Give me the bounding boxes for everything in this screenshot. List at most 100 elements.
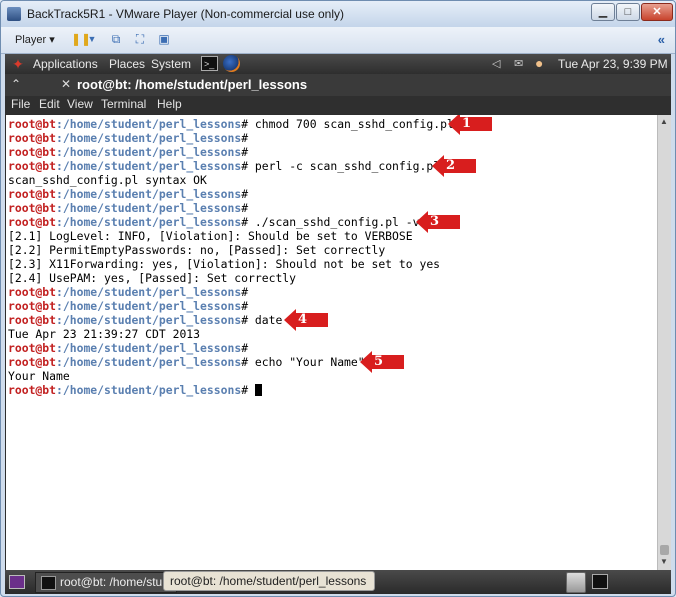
show-desktop-icon[interactable] bbox=[9, 575, 25, 589]
prompt-suffix: # bbox=[241, 299, 255, 313]
pause-dropdown-icon[interactable]: ▼ bbox=[85, 32, 99, 46]
volume-icon[interactable]: ◁ bbox=[492, 58, 500, 70]
trash-icon[interactable] bbox=[566, 572, 586, 593]
terminal-line: scan_sshd_config.pl syntax OK bbox=[8, 173, 207, 187]
prompt-suffix: # bbox=[241, 215, 255, 229]
prompt-user: root@bt bbox=[8, 117, 57, 131]
annotation-number: 2 bbox=[446, 158, 456, 173]
workspace-switcher-icon[interactable] bbox=[592, 574, 608, 589]
menu-terminal[interactable]: Terminal bbox=[101, 97, 146, 111]
collapse-toolbar-icon[interactable]: « bbox=[658, 32, 665, 47]
minimize-button[interactable]: ▁ bbox=[591, 3, 615, 21]
taskbar-item-terminal[interactable]: root@bt: /home/stu bbox=[35, 572, 177, 593]
menu-view[interactable]: View bbox=[67, 97, 93, 111]
vmware-toolbar: Player ▾ ❚❚ ▼ ⧉ ⛶ ▣ « bbox=[1, 27, 675, 54]
command-text: date bbox=[254, 313, 283, 327]
prompt-path: :/home/student/perl_lessons bbox=[56, 187, 242, 201]
terminal-line: root@bt:/home/student/perl_lessons# ./sc… bbox=[8, 215, 420, 229]
annotation-number: 5 bbox=[374, 354, 384, 369]
close-button[interactable]: ✕ bbox=[641, 3, 673, 21]
terminal-line: root@bt:/home/student/perl_lessons# bbox=[8, 341, 255, 355]
prompt-user: root@bt bbox=[8, 187, 57, 201]
pause-icon[interactable]: ❚❚ bbox=[71, 32, 91, 46]
scroll-down-icon[interactable]: ▼ bbox=[660, 557, 668, 566]
prompt-path: :/home/student/perl_lessons bbox=[56, 313, 242, 327]
prompt-user: root@bt bbox=[8, 201, 57, 215]
vmware-icon bbox=[7, 7, 21, 21]
scroll-thumb[interactable] bbox=[660, 545, 669, 555]
terminal-launcher-icon[interactable]: >_ bbox=[201, 56, 218, 71]
panel-clock[interactable]: Tue Apr 23, 9:39 PM bbox=[558, 57, 668, 71]
terminal-line: root@bt:/home/student/perl_lessons# bbox=[8, 201, 255, 215]
backtrack-dragon-icon[interactable]: ✦ bbox=[9, 56, 27, 72]
prompt-path: :/home/student/perl_lessons bbox=[56, 355, 242, 369]
terminal-line: root@bt:/home/student/perl_lessons# bbox=[8, 383, 262, 397]
prompt-user: root@bt bbox=[8, 131, 57, 145]
command-text: chmod 700 scan_sshd_config.pl bbox=[254, 117, 454, 131]
player-menu[interactable]: Player ▾ bbox=[15, 33, 55, 46]
applications-menu[interactable]: Applications bbox=[33, 57, 98, 71]
taskbar-item-label: root@bt: /home/stu bbox=[60, 575, 163, 589]
menu-file[interactable]: File bbox=[11, 97, 30, 111]
annotation-number: 4 bbox=[298, 312, 308, 327]
annotation-arrow-2: 2 bbox=[432, 155, 476, 177]
prompt-path: :/home/student/perl_lessons bbox=[56, 117, 242, 131]
system-menu[interactable]: System bbox=[151, 57, 191, 71]
annotation-arrow-3: 3 bbox=[416, 211, 460, 233]
prompt-user: root@bt bbox=[8, 159, 57, 173]
terminal-menubar: File Edit View Terminal Help bbox=[5, 96, 671, 114]
output-text: [2.1] LogLevel: INFO, [Violation]: Shoul… bbox=[8, 229, 413, 243]
places-menu[interactable]: Places bbox=[109, 57, 145, 71]
terminal-line: Your Name bbox=[8, 369, 70, 383]
menu-edit[interactable]: Edit bbox=[39, 97, 60, 111]
terminal-line: root@bt:/home/student/perl_lessons# bbox=[8, 131, 255, 145]
taskbar-tooltip: root@bt: /home/student/perl_lessons bbox=[163, 571, 375, 591]
chevron-up-icon[interactable]: ⌃ bbox=[11, 77, 21, 91]
prompt-suffix: # bbox=[241, 117, 255, 131]
terminal-line: root@bt:/home/student/perl_lessons# bbox=[8, 145, 255, 159]
command-text: echo "Your Name" bbox=[254, 355, 365, 369]
prompt-user: root@bt bbox=[8, 215, 57, 229]
network-icon[interactable]: ⧉ bbox=[109, 32, 123, 46]
annotation-number: 1 bbox=[462, 116, 472, 131]
terminal-scrollbar[interactable]: ▲ ▼ bbox=[657, 115, 671, 570]
terminal-line: root@bt:/home/student/perl_lessons# bbox=[8, 299, 255, 313]
terminal-line: root@bt:/home/student/perl_lessons# echo… bbox=[8, 355, 365, 369]
terminal-line: root@bt:/home/student/perl_lessons# perl… bbox=[8, 159, 440, 173]
output-text: [2.4] UsePAM: yes, [Passed]: Set correct… bbox=[8, 271, 297, 285]
command-text: perl -c scan_sshd_config.pl bbox=[254, 159, 441, 173]
prompt-suffix: # bbox=[241, 201, 255, 215]
close-tab-icon[interactable]: ✕ bbox=[61, 77, 71, 91]
output-text: [2.2] PermitEmptyPasswords: no, [Passed]… bbox=[8, 243, 386, 257]
annotation-arrow-5: 5 bbox=[360, 351, 404, 373]
annotation-number: 3 bbox=[430, 214, 440, 229]
annotation-arrow-4: 4 bbox=[284, 309, 328, 331]
window-title: BackTrack5R1 - VMware Player (Non-commer… bbox=[27, 7, 344, 21]
prompt-user: root@bt bbox=[8, 355, 57, 369]
prompt-user: root@bt bbox=[8, 145, 57, 159]
prompt-path: :/home/student/perl_lessons bbox=[56, 131, 242, 145]
fullscreen-icon[interactable]: ⛶ bbox=[133, 32, 147, 46]
output-text: [2.3] X11Forwarding: yes, [Violation]: S… bbox=[8, 257, 441, 271]
prompt-path: :/home/student/perl_lessons bbox=[56, 201, 242, 215]
terminal-tab-title[interactable]: root@bt: /home/student/perl_lessons bbox=[77, 77, 307, 92]
user-icon[interactable]: ● bbox=[535, 55, 551, 72]
prompt-suffix: # bbox=[241, 145, 255, 159]
prompt-suffix: # bbox=[241, 187, 255, 201]
prompt-suffix: # bbox=[241, 355, 255, 369]
menu-help[interactable]: Help bbox=[157, 97, 182, 111]
prompt-suffix: # bbox=[241, 285, 255, 299]
terminal-line: root@bt:/home/student/perl_lessons# bbox=[8, 187, 255, 201]
unity-icon[interactable]: ▣ bbox=[157, 32, 171, 46]
prompt-user: root@bt bbox=[8, 313, 57, 327]
text-cursor bbox=[254, 384, 262, 396]
vmware-player-window: BackTrack5R1 - VMware Player (Non-commer… bbox=[0, 0, 676, 597]
terminal-tab-bar: ⌃ ✕ root@bt: /home/student/perl_lessons bbox=[5, 74, 671, 97]
scroll-up-icon[interactable]: ▲ bbox=[660, 117, 668, 126]
annotation-arrow-1: 1 bbox=[448, 115, 492, 135]
mail-icon[interactable]: ✉ bbox=[514, 58, 523, 70]
terminal-icon bbox=[41, 576, 56, 590]
maximize-button[interactable]: □ bbox=[616, 3, 640, 21]
firefox-launcher-icon[interactable] bbox=[223, 55, 240, 72]
terminal-output[interactable]: root@bt:/home/student/perl_lessons# chmo… bbox=[6, 115, 657, 570]
